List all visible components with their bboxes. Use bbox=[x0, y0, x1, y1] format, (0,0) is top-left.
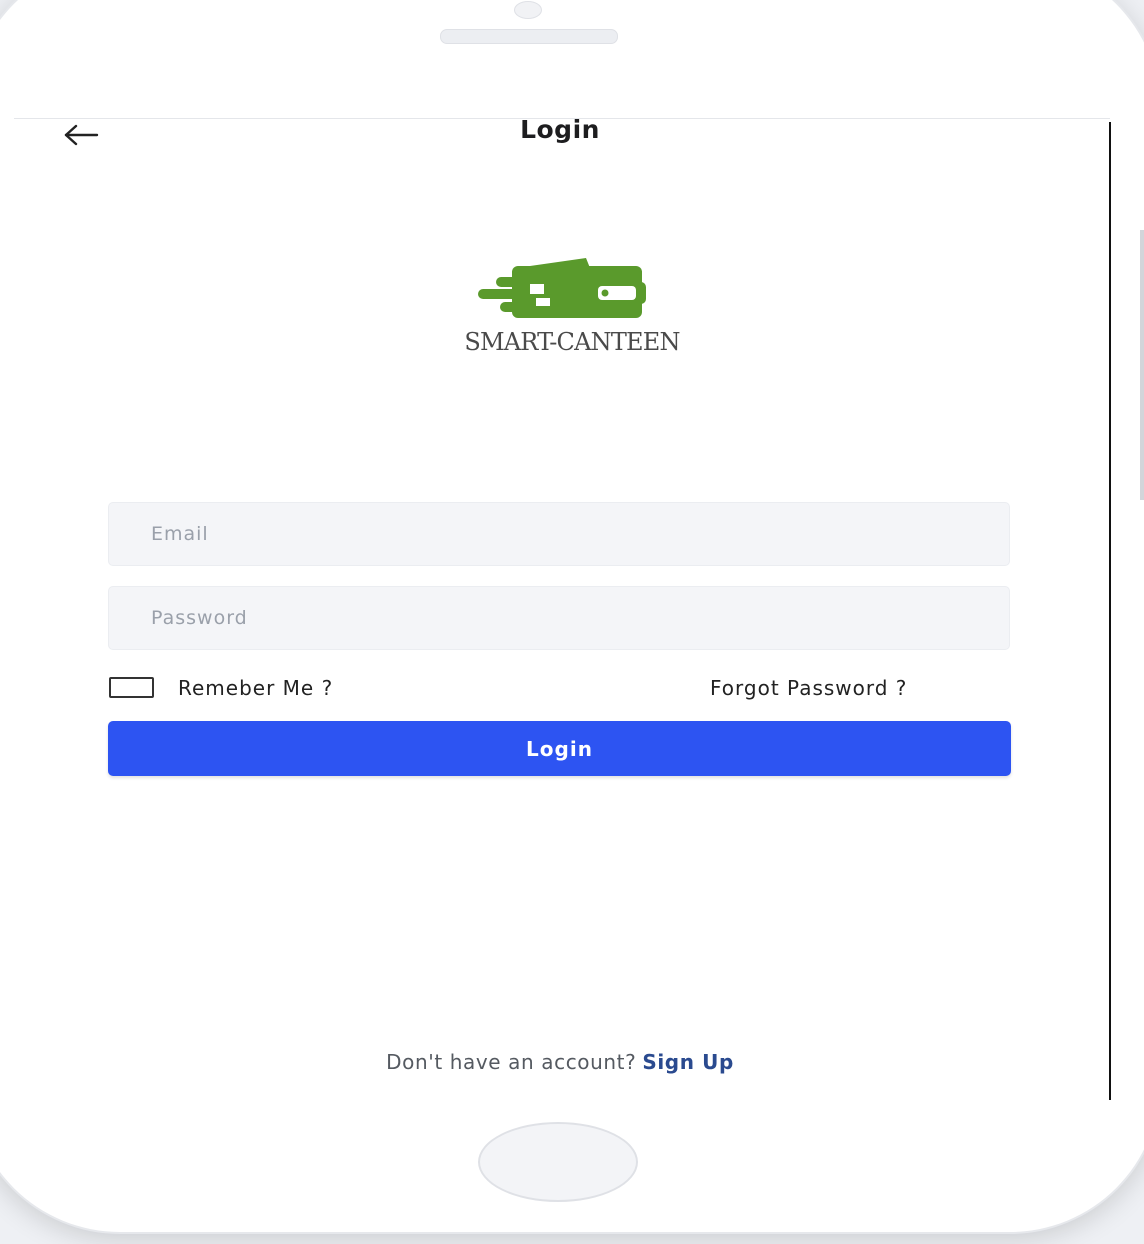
password-field[interactable] bbox=[108, 586, 1010, 650]
home-button[interactable] bbox=[478, 1122, 638, 1202]
remember-me-label[interactable]: Remeber Me ? bbox=[178, 676, 333, 700]
login-button[interactable]: Login bbox=[108, 721, 1011, 776]
forgot-password-link[interactable]: Forgot Password ? bbox=[710, 676, 907, 700]
side-button bbox=[1140, 230, 1144, 500]
wallet-logo-icon bbox=[478, 258, 646, 318]
front-camera bbox=[514, 1, 542, 19]
signup-link[interactable]: Sign Up bbox=[642, 1050, 734, 1074]
page-title: Login bbox=[520, 115, 600, 144]
earpiece-speaker bbox=[440, 29, 618, 44]
screen-edge bbox=[1109, 122, 1111, 1100]
brand-name: SMART-CANTEEN bbox=[464, 328, 680, 356]
email-input[interactable] bbox=[109, 503, 1009, 565]
signup-prompt-text: Don't have an account? bbox=[386, 1050, 637, 1074]
signup-prompt: Don't have an account? Sign Up bbox=[0, 1050, 1120, 1074]
password-input[interactable] bbox=[109, 587, 1009, 649]
email-field[interactable] bbox=[108, 502, 1010, 566]
remember-me-checkbox[interactable] bbox=[109, 677, 154, 698]
